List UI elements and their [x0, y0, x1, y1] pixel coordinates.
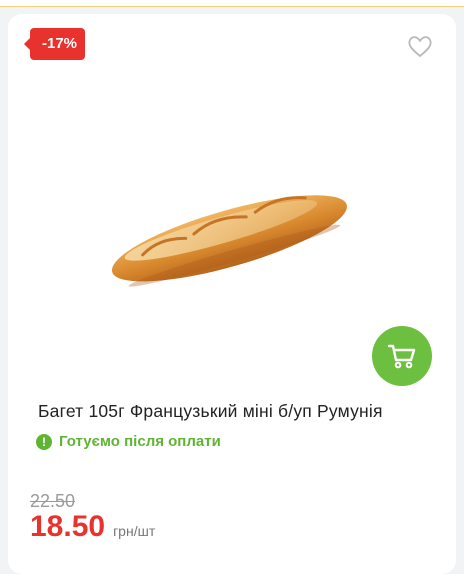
current-price: 18.50	[30, 510, 106, 543]
price-unit: грн/шт	[113, 523, 156, 539]
price-row: 18.50 грн/шт	[30, 510, 155, 544]
exclamation-icon: !	[36, 433, 52, 450]
product-title[interactable]: Багет 105г Французький міні б/уп Румунія	[38, 401, 438, 422]
baguette-image	[111, 195, 347, 287]
status-text: Готуємо після оплати	[59, 433, 221, 450]
old-price: 22.50	[30, 491, 76, 511]
add-to-cart-button[interactable]	[372, 326, 432, 386]
preparation-status: ! Готуємо після оплати	[36, 433, 221, 450]
discount-badge: -17%	[23, 28, 86, 60]
top-strip	[0, 0, 464, 7]
heart-icon	[408, 36, 432, 57]
cart-icon	[387, 344, 416, 369]
favorite-button[interactable]	[406, 34, 434, 60]
